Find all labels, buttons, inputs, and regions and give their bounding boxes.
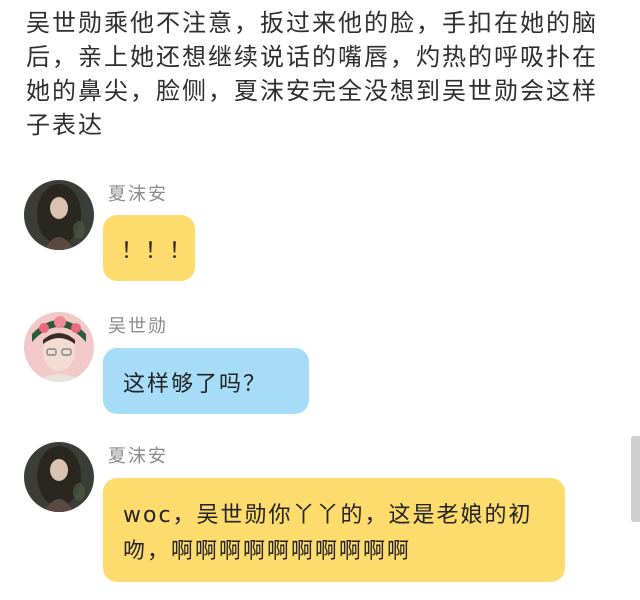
sender-name: 吴世勋 [108, 316, 168, 337]
message-bubble[interactable]: ！！！ [103, 215, 195, 281]
sender-name: 夏沫安 [108, 446, 168, 467]
message-bubble[interactable]: woc，吴世勋你丫丫的，这是老娘的初吻，啊啊啊啊啊啊啊啊啊啊 [103, 478, 565, 582]
message-bubble[interactable]: 这样够了吗？ [103, 348, 309, 414]
avatar-wu-shixun-icon[interactable] [24, 312, 94, 382]
scrollbar[interactable] [631, 436, 640, 522]
sender-name: 夏沫安 [108, 184, 168, 205]
avatar-xia-moan-icon[interactable] [24, 180, 94, 250]
narration-text: 吴世勋乘他不注意，扳过来他的脸，手扣在她的脑后，亲上她还想继续说话的嘴唇，灼热的… [26, 9, 598, 139]
avatar-xia-moan-icon[interactable] [24, 442, 94, 512]
